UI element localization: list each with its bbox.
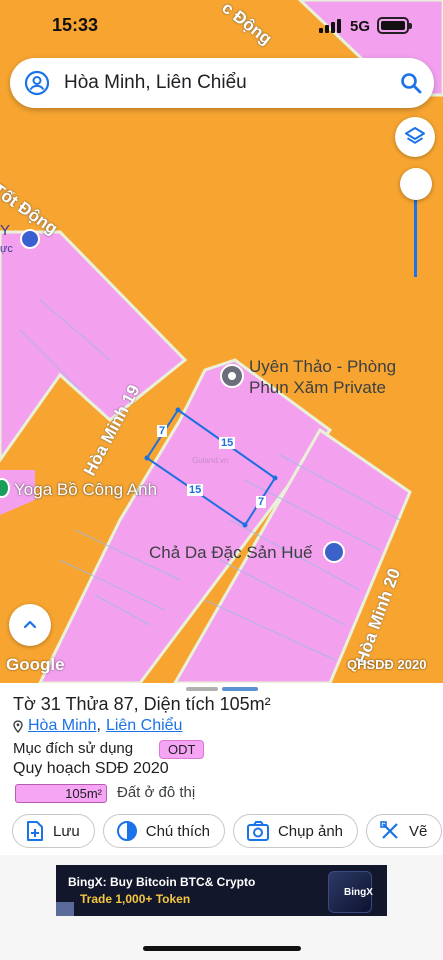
save-button[interactable]: Lưu [12,814,95,848]
ad-brand: BingX [344,887,373,898]
purpose-code-badge: ODT [159,740,205,759]
screenshot-button[interactable]: Chụp ảnh [232,814,359,848]
layers-button[interactable] [395,117,435,157]
network-label: 5G [350,18,371,35]
partial-label-uc: ực [0,243,13,255]
status-time: 15:33 [52,15,99,35]
draw-tools-icon [380,821,398,839]
search-bar[interactable]: Hòa Minh, Liên Chiểu [10,58,434,108]
add-document-icon [27,821,43,841]
parcel-dim-top: 15 [219,437,236,449]
location-pin-icon [13,719,23,733]
google-logo: Google [6,655,65,674]
draw-button[interactable]: Vẽ [366,814,443,848]
location-separator: , [96,717,101,734]
poi-label-cha-da[interactable]: Chả Da Đặc Sản Huế [149,543,312,563]
parcel-dim-left: 7 [157,425,168,437]
search-input[interactable]: Hòa Minh, Liên Chiểu [64,72,247,94]
purpose-label: Mục đích sử dụng [13,740,134,757]
parcel-title: Tờ 31 Thửa 87, Diện tích 105m² [13,694,271,714]
save-button-label: Lưu [53,822,80,840]
contrast-icon [116,821,137,841]
poi-label-yoga[interactable]: Yoga Bồ Công Anh [14,480,157,500]
parcel-dim-bottom: 15 [187,484,204,496]
poi-label-phun-xam[interactable]: Phun Xăm Private [249,378,386,398]
ad-subline: Trade 1,000+ Token [80,892,191,906]
sheet-handle-active[interactable] [222,687,258,691]
district-link[interactable]: Liên Chiểu [106,717,183,735]
camera-icon [246,821,269,841]
ad-headline: BingX: Buy Bitcoin BTC& Crypto [68,875,256,889]
chevron-up-icon [23,620,37,629]
draw-button-label: Vẽ [409,822,428,840]
poi-pin-icon[interactable] [220,364,244,388]
search-icon[interactable] [398,70,424,96]
ad-area: BingX: Buy Bitcoin BTC& Crypto Trade 1,0… [0,855,443,960]
status-bar: 15:33 5G [0,0,443,52]
screenshot-button-label: Chụp ảnh [277,822,344,840]
shopping-pin-icon[interactable] [323,541,345,563]
opacity-slider-knob[interactable] [400,168,432,200]
ad-banner[interactable]: BingX: Buy Bitcoin BTC& Crypto Trade 1,0… [56,865,387,916]
battery-icon [377,17,412,34]
legend-button[interactable]: Chú thích [102,814,225,848]
lock-pin-icon[interactable] [20,229,40,249]
legend-button-label: Chú thích [145,822,210,840]
home-indicator[interactable] [143,946,301,951]
area-value-chip: 105m² [15,784,107,803]
poi-label-uyen-thao[interactable]: Uyên Thảo - Phòng [249,357,396,377]
signal-icon [319,19,341,33]
plan-label: Quy hoạch SDĐ 2020 [13,760,169,777]
ward-link[interactable]: Hòa Minh [28,717,96,735]
partial-label-y: Y [0,222,11,239]
sheet-handle[interactable] [186,687,218,691]
location-row: Hòa Minh, Liên Chiểu [13,717,182,735]
layers-icon [405,127,425,144]
account-icon[interactable] [24,70,50,96]
parcel-dim-right: 7 [256,496,267,508]
map-watermark: Guland.vn [192,456,229,465]
land-use-type: Đất ở đô thị [117,784,196,801]
expand-panel-button[interactable] [9,604,51,646]
parcel-info-sheet[interactable]: Tờ 31 Thửa 87, Diện tích 105m² Hòa Minh,… [0,683,443,855]
action-chips: Lưu Chú thích Chụp ảnh Vẽ [12,814,443,848]
map-layer-badge: QHSDĐ 2020 [347,657,427,672]
ad-choices-icon[interactable] [56,902,74,916]
